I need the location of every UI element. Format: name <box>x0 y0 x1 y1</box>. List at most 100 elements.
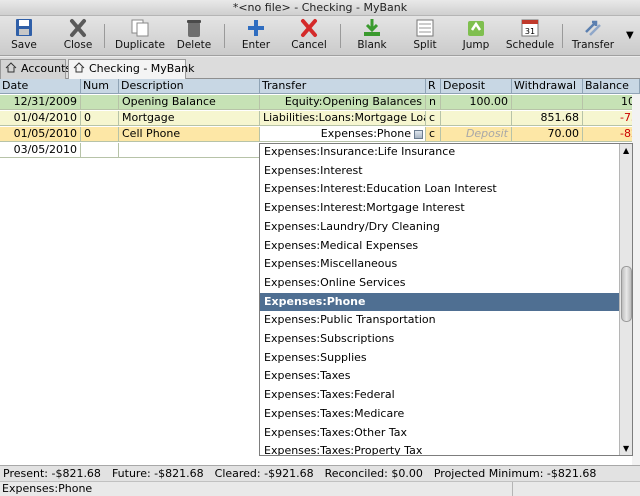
blank-button[interactable]: Blank <box>352 18 392 54</box>
dropdown-option[interactable]: Expenses:Public Transportation <box>260 311 619 330</box>
cell-description[interactable]: Mortgage <box>119 111 260 126</box>
cell-description[interactable] <box>119 143 260 158</box>
table-row[interactable]: 12/31/2009 Opening Balance Equity:Openin… <box>0 95 640 110</box>
dropdown-option[interactable]: Expenses:Laundry/Dry Cleaning <box>260 218 619 237</box>
dropdown-option[interactable]: Expenses:Supplies <box>260 349 619 368</box>
toolbar-separator <box>340 24 341 48</box>
dropdown-option[interactable]: Expenses:Interest:Education Loan Interes… <box>260 180 619 199</box>
cell-transfer[interactable]: Liabilities:Loans:Mortgage Loan <box>260 111 426 126</box>
cell-reconcile[interactable]: n <box>426 95 441 110</box>
future-balance: Future: -$821.68 <box>111 467 204 480</box>
column-header-transfer[interactable]: Transfer <box>260 79 426 94</box>
close-icon <box>70 19 86 37</box>
save-button[interactable]: Save <box>4 18 44 54</box>
tab-checking-mybank[interactable]: Checking - MyBank <box>68 59 194 79</box>
summary-bar: Present: -$821.68 Future: -$821.68 Cleared… <box>0 465 640 481</box>
account-dropdown-list[interactable]: Expenses:Insurance:Life Insurance Expense… <box>259 143 633 456</box>
delete-icon <box>187 20 201 37</box>
status-text: Expenses:Phone <box>2 482 93 495</box>
cell-date[interactable]: 12/31/2009 <box>0 95 81 110</box>
column-header-deposit[interactable]: Deposit <box>441 79 512 94</box>
cell-description[interactable]: Opening Balance <box>119 95 260 110</box>
column-header-r[interactable]: R <box>426 79 441 94</box>
cell-reconcile[interactable]: c <box>426 127 441 142</box>
cell-reconcile[interactable]: c <box>426 111 441 126</box>
combo-dropdown-icon[interactable] <box>414 130 423 139</box>
register-scrollbar[interactable] <box>632 94 640 465</box>
toolbar: Save Close Duplicate Delete Enter Cancel… <box>0 16 640 56</box>
column-header-withdrawal[interactable]: Withdrawal <box>512 79 583 94</box>
dropdown-option[interactable]: Expenses:Taxes:Federal <box>260 386 619 405</box>
dropdown-option[interactable]: Expenses:Medical Expenses <box>260 237 619 256</box>
column-header-description[interactable]: Description <box>119 79 260 94</box>
cancel-button[interactable]: Cancel <box>288 18 330 54</box>
dropdown-option[interactable]: Expenses:Taxes <box>260 367 619 386</box>
jump-icon <box>468 21 484 36</box>
enter-button[interactable]: Enter <box>236 18 276 54</box>
column-header-date[interactable]: Date <box>0 79 81 94</box>
cell-num[interactable]: 0 <box>81 127 119 142</box>
toolbar-overflow-icon[interactable]: ▼ <box>626 30 634 41</box>
column-header-balance[interactable]: Balance <box>583 79 640 94</box>
toolbar-separator <box>562 24 563 48</box>
transfer-input[interactable]: Expenses:Phone <box>260 127 426 142</box>
dropdown-scrollbar[interactable]: ▲ ▼ <box>619 144 632 455</box>
blank-icon <box>364 19 380 36</box>
transfer-icon <box>585 20 601 36</box>
transfer-button[interactable]: Transfer <box>570 18 616 54</box>
cell-num[interactable] <box>81 95 119 110</box>
status-progress <box>512 482 640 496</box>
reconciled-balance: Reconciled: $0.00 <box>324 467 423 480</box>
duplicate-button[interactable]: Duplicate <box>114 18 166 54</box>
status-bar: Expenses:Phone <box>0 481 640 496</box>
tab-accounts[interactable]: Accounts <box>0 59 71 79</box>
dropdown-option[interactable]: Expenses:Subscriptions <box>260 330 619 349</box>
svg-text:31: 31 <box>525 27 535 36</box>
jump-button[interactable]: Jump <box>456 18 496 54</box>
toolbar-separator <box>104 24 105 48</box>
cell-withdrawal[interactable]: 70.00 <box>512 127 583 142</box>
schedule-icon: 31 <box>521 19 539 37</box>
dropdown-option[interactable]: Expenses:Taxes:Other Tax <box>260 424 619 443</box>
dropdown-option[interactable]: Expenses:Interest:Mortgage Interest <box>260 199 619 218</box>
dropdown-option[interactable]: Expenses:Taxes:Property Tax <box>260 442 619 455</box>
dropdown-option[interactable]: Expenses:Interest <box>260 162 619 181</box>
toolbar-separator <box>224 24 225 48</box>
table-row[interactable]: 01/04/2010 0 Mortgage Liabilities:Loans:… <box>0 111 640 126</box>
cell-transfer[interactable]: Equity:Opening Balances <box>260 95 426 110</box>
dropdown-option-selected[interactable]: Expenses:Phone <box>260 292 619 312</box>
cell-withdrawal[interactable] <box>512 95 583 110</box>
projected-minimum: Projected Minimum: -$821.68 <box>433 467 597 480</box>
save-icon <box>16 19 32 36</box>
window-title: *<no file> - Checking - MyBank <box>0 0 640 16</box>
cell-date[interactable]: 01/04/2010 <box>0 111 81 126</box>
split-button[interactable]: Split <box>406 18 444 54</box>
cancel-icon <box>301 19 317 37</box>
deposit-input[interactable]: Deposit <box>441 127 512 142</box>
home-icon <box>73 62 85 73</box>
column-header-num[interactable]: Num <box>81 79 119 94</box>
schedule-button[interactable]: 31 Schedule <box>504 18 556 54</box>
cell-date[interactable]: 03/05/2010 <box>0 143 81 158</box>
cell-deposit[interactable]: 100.00 <box>441 95 512 110</box>
cell-date[interactable]: 01/05/2010 <box>0 127 81 142</box>
scroll-down-icon[interactable]: ▼ <box>623 444 629 453</box>
scrollbar-thumb[interactable] <box>621 266 632 322</box>
cell-deposit[interactable] <box>441 111 512 126</box>
notebook-tabs: Accounts Checking - MyBank <box>0 57 640 79</box>
cell-withdrawal[interactable]: 851.68 <box>512 111 583 126</box>
table-row-selected[interactable]: 01/05/2010 0 Cell Phone Expenses:Phone c… <box>0 127 640 142</box>
dropdown-option[interactable]: Expenses:Insurance:Life Insurance <box>260 144 619 162</box>
scroll-up-icon[interactable]: ▲ <box>623 146 629 155</box>
split-icon <box>416 19 434 37</box>
delete-button[interactable]: Delete <box>173 18 215 54</box>
cell-description[interactable]: Cell Phone <box>119 127 260 142</box>
dropdown-option[interactable]: Expenses:Taxes:Medicare <box>260 405 619 424</box>
dropdown-option[interactable]: Expenses:Miscellaneous <box>260 255 619 274</box>
dropdown-option[interactable]: Expenses:Online Services <box>260 274 619 293</box>
cell-num[interactable]: 0 <box>81 111 119 126</box>
enter-icon <box>248 20 264 36</box>
close-button[interactable]: Close <box>58 18 98 54</box>
present-balance: Present: -$821.68 <box>3 467 101 480</box>
cell-num[interactable] <box>81 143 119 158</box>
